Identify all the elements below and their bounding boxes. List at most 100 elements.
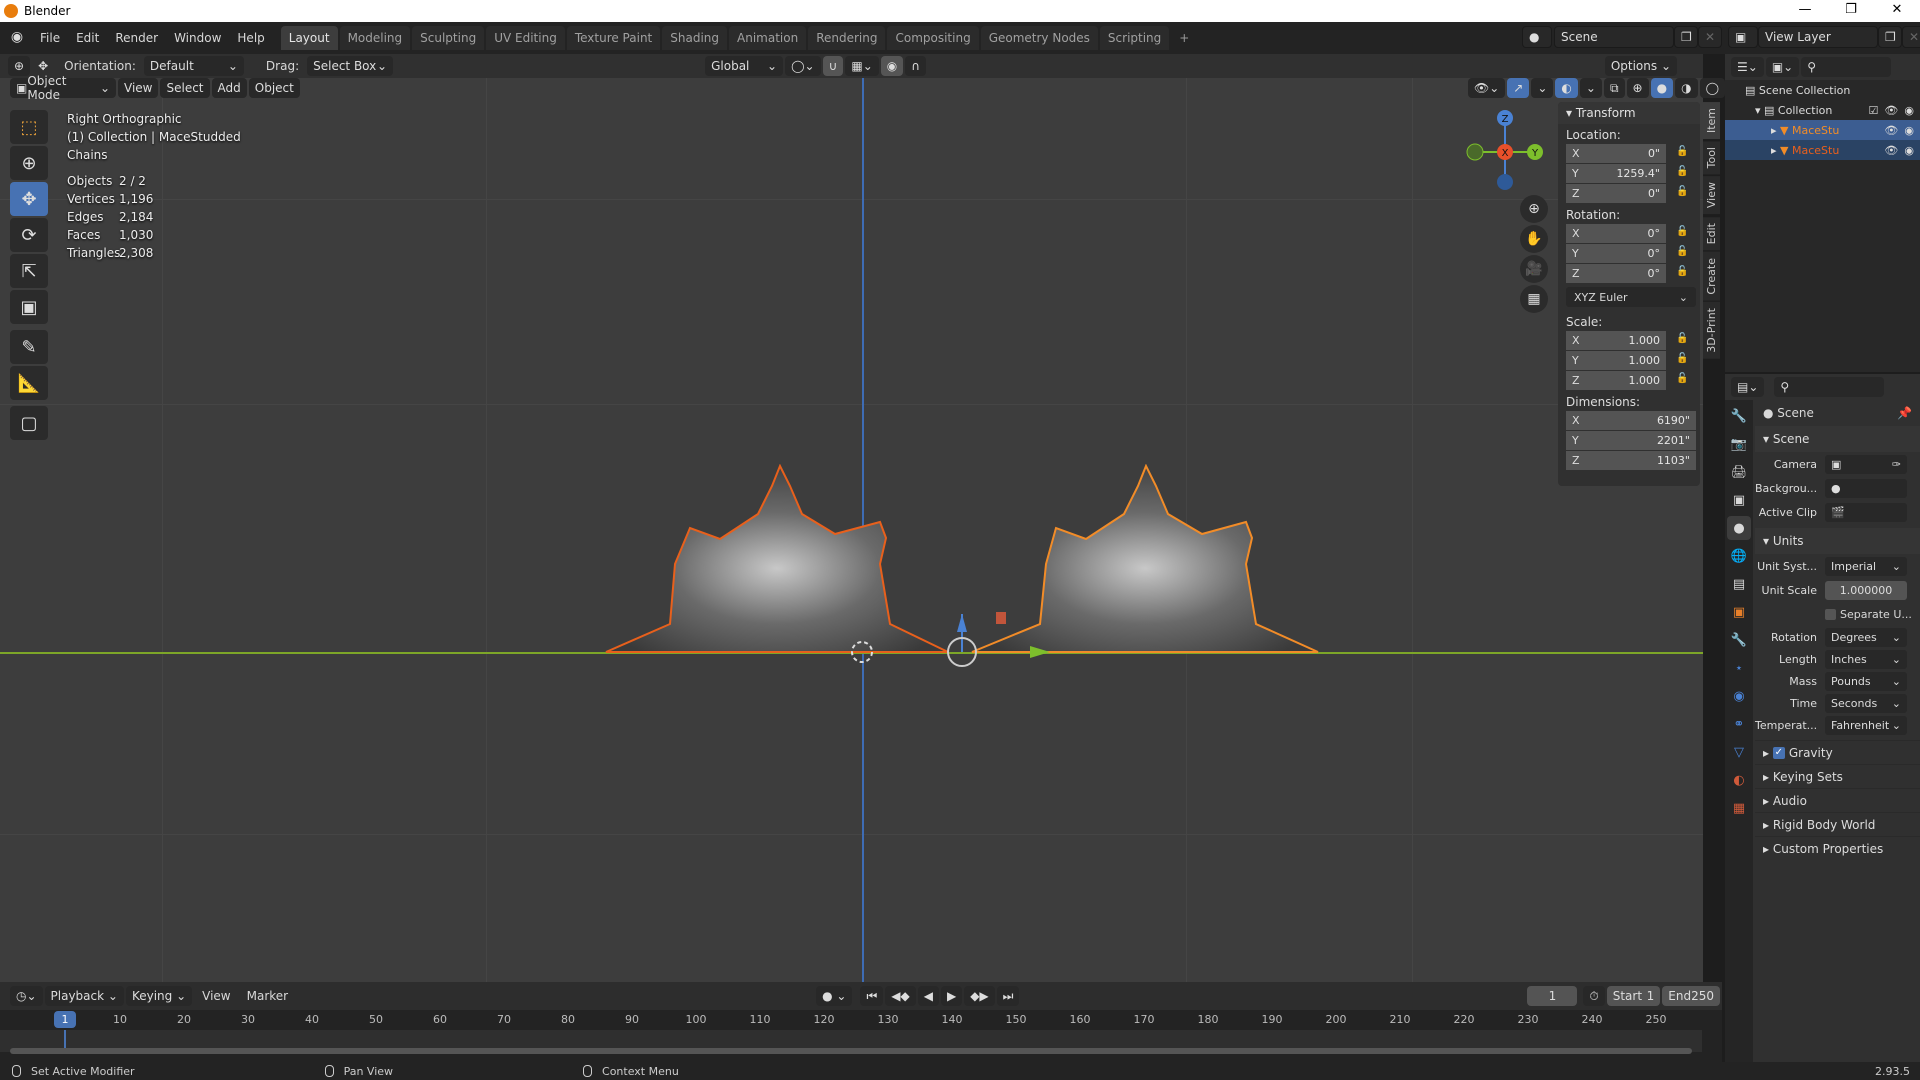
collection-row[interactable]: ▾ ▤ Collection ☑ 👁 ◉ (1725, 100, 1920, 120)
blender-menu-icon[interactable]: ◉ (8, 29, 26, 47)
texture-tab-icon[interactable]: ▦ (1727, 796, 1751, 820)
expand-icon[interactable]: ▸ (1771, 144, 1780, 157)
transform-panel-header[interactable]: ▾ Transform (1558, 102, 1700, 124)
timeline-editor-type-icon[interactable]: ◷⌄ (10, 986, 43, 1006)
camera-field[interactable]: ▣ ✑ (1825, 454, 1907, 474)
particles-tab-icon[interactable]: ⋆ (1727, 656, 1751, 680)
sidebar-tab-item[interactable]: Item (1703, 102, 1720, 140)
rotate-tool-icon[interactable]: ⟳ (10, 218, 48, 252)
zoom-view-icon[interactable]: ⊕ (1520, 195, 1548, 223)
gravity-panel-header[interactable]: ▸ ✓ Gravity (1755, 740, 1920, 764)
modifier-tab-icon[interactable]: 🔧 (1727, 628, 1751, 652)
menu-object[interactable]: Object (248, 78, 300, 98)
object-tab-icon[interactable]: ▣ (1727, 600, 1751, 624)
rotation-units-dropdown[interactable]: Degrees ⌄ (1825, 627, 1907, 647)
preview-range-icon[interactable]: ⏱ (1583, 986, 1605, 1006)
render-tab-icon[interactable]: 📷 (1727, 432, 1751, 456)
delete-view-layer-icon[interactable]: ✕ (1902, 26, 1920, 48)
tab-sculpting[interactable]: Sculpting (412, 26, 485, 50)
camera-icon[interactable]: ◉ (1904, 104, 1914, 117)
lock-icon[interactable]: 🔓 (1676, 166, 1688, 177)
material-tab-icon[interactable]: ◐ (1727, 768, 1751, 792)
editor-type-icon[interactable]: ⊕ (8, 56, 31, 76)
menu-window[interactable]: Window (166, 31, 229, 45)
playback-dropdown[interactable]: Playback ⌄ (44, 986, 124, 1006)
tab-uv-editing[interactable]: UV Editing (486, 26, 565, 50)
physics-tab-icon[interactable]: ◉ (1727, 684, 1751, 708)
lock-icon[interactable]: 🔓 (1676, 266, 1688, 277)
tool-tab-icon[interactable]: 🔧 (1727, 404, 1751, 428)
timeline-scrollbar[interactable] (10, 1048, 1692, 1054)
properties-search-input[interactable]: ⚲ (1774, 377, 1885, 397)
display-mode-icon[interactable]: ☰⌄ (1731, 57, 1764, 77)
view-layer-icon[interactable]: ▣ (1728, 26, 1758, 48)
overlay-toggle-icon[interactable]: ◐ (1555, 78, 1578, 98)
scene-icon[interactable]: ● (1522, 26, 1552, 48)
outliner-object-row[interactable]: ▸ ▼ MaceStu 👁 ◉ (1725, 140, 1920, 160)
orientation-dropdown[interactable]: Default ⌄ (143, 56, 244, 76)
wireframe-shading-icon[interactable]: ⊕ (1626, 78, 1649, 98)
menu-view-timeline[interactable]: View (194, 989, 238, 1003)
cursor-tool-icon[interactable]: ⊕ (10, 146, 48, 180)
close-button[interactable]: ✕ (1874, 0, 1920, 22)
scale-y-field[interactable]: Y 1.000 (1566, 351, 1666, 370)
outliner-object-row[interactable]: ▸ ▼ MaceStu 👁 ◉ (1725, 120, 1920, 140)
scale-z-field[interactable]: Z 1.000 (1566, 371, 1666, 390)
visibility-icon[interactable]: 👁⌄ (1468, 78, 1506, 98)
tab-shading[interactable]: Shading (662, 26, 727, 50)
overlay-dropdown-icon[interactable]: ⌄ (1579, 78, 1602, 98)
rotation-x-field[interactable]: X 0° (1566, 224, 1666, 243)
sidebar-tab-edit[interactable]: Edit (1703, 216, 1720, 250)
xray-toggle-icon[interactable]: ⧉ (1603, 78, 1625, 98)
jump-end-icon[interactable]: ⏭ (996, 986, 1020, 1006)
new-view-layer-icon[interactable]: ❐ (1878, 26, 1902, 48)
data-tab-icon[interactable]: ▽ (1727, 740, 1751, 764)
sidebar-tab-view[interactable]: View (1703, 176, 1720, 215)
transform-tool-icon[interactable]: ▣ (10, 290, 48, 324)
ortho-grid-icon[interactable]: ▦ (1520, 285, 1548, 313)
audio-panel-header[interactable]: ▸ Audio (1755, 788, 1920, 812)
dimensions-y-field[interactable]: Y 2201" (1566, 431, 1696, 450)
transform-orientation-dropdown[interactable]: Global ⌄ (705, 56, 784, 76)
background-field[interactable]: ● (1825, 478, 1907, 498)
new-scene-icon[interactable]: ❐ (1674, 26, 1698, 48)
move-tool-button-icon[interactable]: ✥ (10, 182, 48, 216)
snap-target-icon[interactable]: ▦⌄ (845, 56, 879, 76)
menu-marker[interactable]: Marker (239, 989, 296, 1003)
unit-scale-field[interactable]: 1.000000 (1825, 580, 1907, 600)
menu-add[interactable]: Add (211, 78, 247, 98)
temperature-units-dropdown[interactable]: Fahrenheit ⌄ (1825, 715, 1907, 735)
select-box-tool-icon[interactable]: ⬚ (10, 110, 48, 144)
separate-units-checkbox[interactable] (1825, 608, 1836, 620)
dimensions-x-field[interactable]: X 6190" (1566, 411, 1696, 430)
location-y-field[interactable]: Y 1259.4" (1566, 164, 1666, 183)
mace-left[interactable] (605, 464, 949, 653)
drag-dropdown[interactable]: Select Box ⌄ (307, 56, 394, 76)
location-z-field[interactable]: Z 0" (1566, 184, 1666, 203)
gravity-checkbox[interactable]: ✓ (1772, 746, 1785, 759)
scale-tool-icon[interactable]: ⇱ (10, 254, 48, 288)
tab-layout[interactable]: Layout (280, 26, 338, 50)
auto-keying-toggle-icon[interactable]: ● ⌄ (816, 986, 853, 1006)
playhead-frame-indicator[interactable]: 1 (54, 1011, 76, 1028)
menu-view[interactable]: View (118, 78, 159, 98)
plane-gizmo[interactable] (996, 612, 1006, 624)
scene-name-field[interactable]: Scene (1554, 26, 1674, 48)
eyedropper-icon[interactable]: ✑ (1892, 458, 1901, 471)
minimize-button[interactable]: — (1782, 0, 1828, 22)
menu-help[interactable]: Help (229, 31, 272, 45)
mace-objects[interactable] (590, 464, 1350, 704)
add-workspace-button[interactable]: + (1171, 26, 1197, 50)
keying-dropdown[interactable]: Keying ⌄ (125, 986, 193, 1006)
eye-icon[interactable]: 👁 (1884, 124, 1898, 137)
tab-modeling[interactable]: Modeling (339, 26, 411, 50)
rotation-z-field[interactable]: Z 0° (1566, 264, 1666, 283)
expand-icon[interactable]: ▾ (1755, 104, 1764, 117)
menu-file[interactable]: File (32, 31, 68, 45)
scene-panel-header[interactable]: ▾ Scene (1755, 426, 1920, 452)
snap-toggle-icon[interactable]: ∪ (822, 56, 844, 76)
gizmo-toggle-icon[interactable]: ↗ (1507, 78, 1530, 98)
pin-icon[interactable]: 📌 (1897, 406, 1912, 420)
3d-viewport[interactable] (0, 54, 1703, 982)
lock-icon[interactable]: 🔓 (1676, 226, 1688, 237)
